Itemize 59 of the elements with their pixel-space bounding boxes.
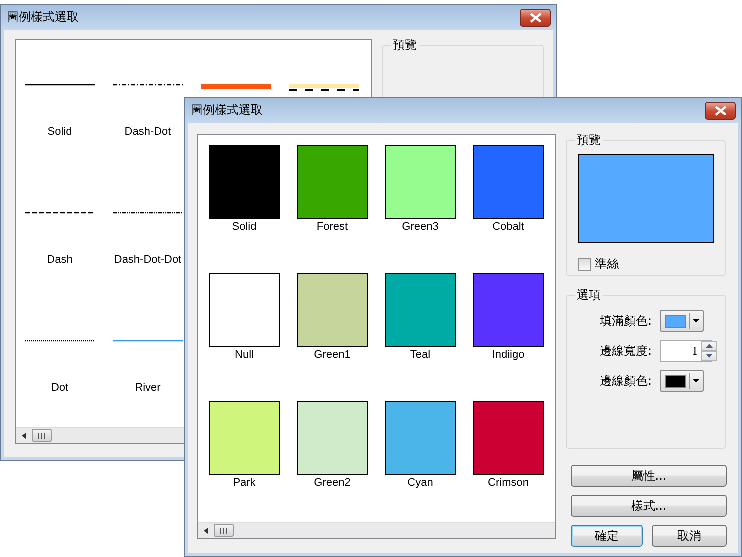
dialog-button[interactable]: 樣式... (571, 495, 727, 517)
style-label: Dot (51, 382, 69, 394)
color-swatch[interactable] (209, 273, 280, 347)
close-button[interactable] (705, 102, 736, 120)
grip-icon (220, 528, 228, 534)
field-label: 邊線寬度: (600, 342, 652, 360)
left-arrow-icon[interactable] (202, 526, 210, 534)
swatch-label: Teal (410, 349, 431, 361)
style-label: Dash (47, 254, 73, 266)
checkbox[interactable] (578, 258, 591, 271)
dialog-button[interactable]: 取消 (652, 525, 727, 547)
color-swatch[interactable] (297, 145, 368, 219)
color-swatch[interactable] (473, 401, 544, 475)
color-swatch[interactable] (209, 145, 280, 219)
swatch-label: Green3 (402, 221, 439, 233)
close-button[interactable] (520, 8, 551, 26)
color-swatch[interactable] (209, 401, 280, 475)
close-icon (714, 106, 726, 116)
swatch-label: Cyan (408, 477, 434, 489)
style-label: Dash-Dot (124, 126, 172, 138)
scroll-thumb[interactable] (214, 524, 234, 537)
scrollbar[interactable] (198, 522, 555, 538)
dialog-button[interactable]: 確定 (571, 525, 643, 547)
swatch-label: Solid (232, 221, 257, 233)
field-label: 邊線顏色: (600, 372, 652, 390)
color-swatch[interactable] (473, 273, 544, 347)
group-label: 預覽 (391, 38, 419, 52)
color-swatch[interactable] (473, 145, 544, 219)
style-label: Dash-Dot-Dot (114, 254, 182, 266)
swatch-label: Park (233, 477, 256, 489)
color-swatch[interactable] (385, 273, 456, 347)
style-label: Solid (48, 126, 72, 138)
color-swatch[interactable] (297, 273, 368, 347)
group-label: 預覽 (575, 133, 603, 147)
dropdown-arrow-icon (692, 379, 699, 383)
swatch-label: Crimson (488, 477, 529, 489)
color-picker[interactable] (660, 370, 704, 392)
color-picker[interactable] (660, 310, 704, 332)
swatch-label: Null (235, 349, 254, 361)
checkbox-label: 準絲 (595, 256, 619, 273)
scroll-thumb[interactable] (32, 429, 52, 442)
style-label: River (135, 382, 161, 394)
swatch-label: Green2 (314, 477, 351, 489)
color-swatch[interactable] (385, 401, 456, 475)
color-swatch[interactable] (385, 145, 456, 219)
dialog-button[interactable]: 屬性... (571, 465, 727, 487)
swatch-label: Cobalt (492, 221, 524, 233)
dropdown-arrow-icon (692, 319, 699, 323)
group-label: 選項 (575, 288, 603, 302)
left-arrow-icon[interactable] (20, 432, 28, 440)
swatch-label: Green1 (314, 349, 351, 361)
color-swatch[interactable] (297, 401, 368, 475)
grip-icon (38, 432, 46, 438)
swatch-label: Forest (316, 221, 348, 233)
window-title: 圖例樣式選取 (7, 9, 79, 26)
close-icon (530, 12, 542, 22)
field-label: 填滿顏色: (600, 312, 652, 330)
swatch-label: Indiigo (492, 349, 525, 361)
window-title: 圖例樣式選取 (191, 102, 263, 119)
